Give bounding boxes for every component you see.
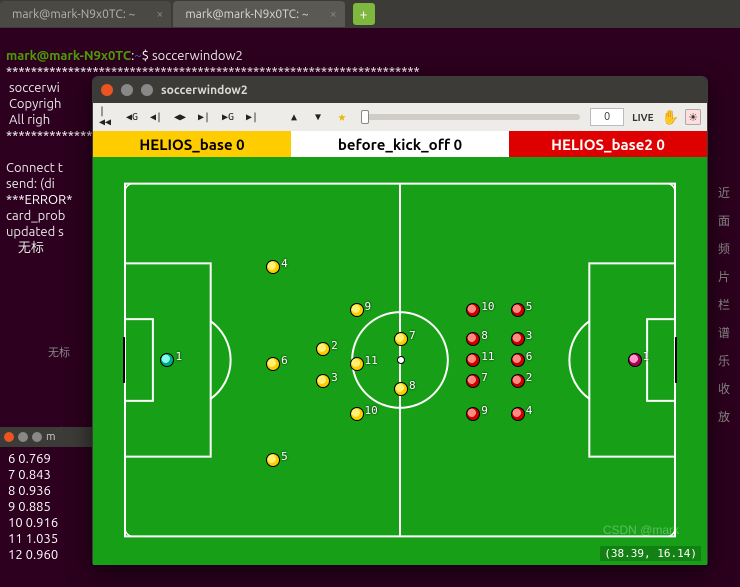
last-frame-button[interactable]: ▶| xyxy=(243,108,261,126)
yellow-player-5[interactable] xyxy=(266,453,280,467)
side-label: 面 xyxy=(708,208,740,236)
tab-bar: mark@mark-N9x0TC: ~ × mark@mark-N9x0TC: … xyxy=(0,0,740,28)
side-label: 收 xyxy=(708,376,740,404)
yellow-player-2[interactable] xyxy=(316,342,330,356)
prev-goal-button[interactable]: ◀G xyxy=(123,108,141,126)
minimize-icon[interactable] xyxy=(121,84,133,96)
side-label: 片 xyxy=(708,264,740,292)
terminal-line: 无标 xyxy=(6,241,44,255)
first-frame-button[interactable]: |◀◀ xyxy=(99,108,117,126)
terminal-line: Connect t xyxy=(6,161,63,175)
yellow-player-11[interactable] xyxy=(350,357,364,371)
score-bar: HELIOS_base 0 before_kick_off 0 HELIOS_b… xyxy=(93,131,707,157)
terminal-tab-1[interactable]: mark@mark-N9x0TC: ~ × xyxy=(0,1,171,27)
slider-thumb[interactable] xyxy=(361,110,369,124)
close-icon[interactable] xyxy=(4,432,14,442)
terminal-line: card_prob xyxy=(6,209,65,223)
yellow-player-9[interactable] xyxy=(350,303,364,317)
live-button[interactable]: LIVE xyxy=(630,112,655,123)
red-player-6[interactable] xyxy=(511,353,525,367)
next-goal-button[interactable]: ▶G xyxy=(219,108,237,126)
play-pause-button[interactable]: ◀▶ xyxy=(171,108,189,126)
yellow-player-4[interactable] xyxy=(266,260,280,274)
accel-back-button[interactable]: ▲ xyxy=(285,108,303,126)
maximize-icon[interactable] xyxy=(141,84,153,96)
terminal-line: updated s xyxy=(6,225,64,239)
red-player-8[interactable] xyxy=(466,332,480,346)
red-player-1[interactable] xyxy=(628,353,642,367)
terminal-line: send: (di xyxy=(6,177,55,191)
red-player-4[interactable] xyxy=(511,407,525,421)
window-titlebar[interactable]: soccerwindow2 xyxy=(93,77,707,103)
terminal-tab-2[interactable]: mark@mark-N9x0TC: ~ × xyxy=(173,1,344,27)
terminal-line: ***ERROR* xyxy=(6,193,72,207)
terminal-line: All righ xyxy=(6,113,50,127)
red-player-5[interactable] xyxy=(511,303,525,317)
hand-icon[interactable]: ✋ xyxy=(662,109,679,126)
tab-label: mark@mark-N9x0TC: ~ xyxy=(12,8,135,21)
yellow-player-3[interactable] xyxy=(316,374,330,388)
new-tab-button[interactable]: + xyxy=(353,3,375,25)
settings-icon[interactable]: ☀ xyxy=(685,109,701,125)
red-player-3[interactable] xyxy=(511,332,525,346)
yellow-player-6[interactable] xyxy=(266,357,280,371)
soccerwindow-app: soccerwindow2 |◀◀ ◀G ◀| ◀▶ ▶| ▶G ▶| ▲ ▼ … xyxy=(92,76,708,564)
terminal-line: soccerwi xyxy=(6,81,60,95)
yellow-player-1[interactable] xyxy=(160,353,174,367)
cursor-coords: (38.39, 16.14) xyxy=(600,546,701,561)
frame-number[interactable]: 0 xyxy=(590,108,624,126)
red-player-9[interactable] xyxy=(466,407,480,421)
accel-fwd-button[interactable]: ▼ xyxy=(309,108,327,126)
yellow-player-7[interactable] xyxy=(394,332,408,346)
team-right-score: HELIOS_base2 0 xyxy=(509,131,707,157)
star-icon[interactable]: ★ xyxy=(333,108,351,126)
side-label: 频 xyxy=(708,236,740,264)
soccer-field[interactable]: (38.39, 16.14) CSDN @mark 12345678910111… xyxy=(93,157,707,565)
yellow-player-8[interactable] xyxy=(394,382,408,396)
close-icon[interactable]: × xyxy=(330,8,337,21)
step-forward-button[interactable]: ▶| xyxy=(195,108,213,126)
maximize-icon[interactable] xyxy=(32,432,42,442)
window-title: soccerwindow2 xyxy=(161,84,248,97)
team-left-score: HELIOS_base 0 xyxy=(93,131,291,157)
thumbnail-label: 无标 xyxy=(48,344,70,360)
side-panel-labels: 近 面 频 片 栏 谱 乐 收 放 xyxy=(708,180,740,432)
playback-toolbar: |◀◀ ◀G ◀| ◀▶ ▶| ▶G ▶| ▲ ▼ ★ 0 LIVE ✋ ☀ xyxy=(93,103,707,131)
tab-label: mark@mark-N9x0TC: ~ xyxy=(185,8,308,21)
seek-slider[interactable] xyxy=(361,114,580,120)
red-player-2[interactable] xyxy=(511,374,525,388)
prompt-user: mark@mark-N9x0TC xyxy=(6,49,131,63)
ball[interactable] xyxy=(397,356,405,364)
side-label: 谱 xyxy=(708,320,740,348)
red-player-10[interactable] xyxy=(466,303,480,317)
step-back-button[interactable]: ◀| xyxy=(147,108,165,126)
side-label: 近 xyxy=(708,180,740,208)
terminal-cmd: soccerwindow2 xyxy=(152,49,243,63)
close-icon[interactable]: × xyxy=(157,8,164,21)
minimize-icon[interactable] xyxy=(18,432,28,442)
red-player-7[interactable] xyxy=(466,374,480,388)
play-mode: before_kick_off 0 xyxy=(291,131,509,157)
side-label: 乐 xyxy=(708,348,740,376)
terminal-line: Copyrigh xyxy=(6,97,61,111)
side-label: 栏 xyxy=(708,292,740,320)
yellow-player-10[interactable] xyxy=(350,407,364,421)
red-player-11[interactable] xyxy=(466,353,480,367)
watermark-text: CSDN @mark xyxy=(603,523,679,537)
close-icon[interactable] xyxy=(101,84,113,96)
side-label: 放 xyxy=(708,404,740,432)
